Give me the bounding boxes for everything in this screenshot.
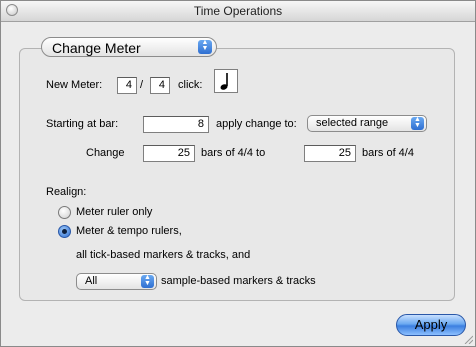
realign-label: Realign: xyxy=(46,186,87,198)
meter-denominator-field[interactable]: 4 xyxy=(150,77,170,94)
operation-popup-label: Change Meter xyxy=(52,40,141,56)
quarter-note-icon xyxy=(220,73,228,90)
operation-popup[interactable]: Change Meter ▲ ▼ xyxy=(41,37,217,57)
sample-based-popup-label: All xyxy=(85,275,98,287)
tick-based-text: all tick-based markers & tracks, and xyxy=(76,249,251,261)
new-meter-label: New Meter: xyxy=(46,79,103,91)
radio-meter-tempo-rulers-label[interactable]: Meter & tempo rulers, xyxy=(76,225,182,237)
sample-based-text: sample-based markers & tracks xyxy=(161,275,316,287)
click-note-button[interactable] xyxy=(214,69,238,93)
change-to-bars-field[interactable]: 25 xyxy=(304,145,356,162)
change-from-bars-field[interactable]: 25 xyxy=(143,145,195,162)
starting-bar-field[interactable]: 8 xyxy=(143,116,209,133)
popup-arrows-icon: ▲ ▼ xyxy=(411,116,424,130)
time-operations-window: Time Operations Change Meter ▲ ▼ New Mete… xyxy=(0,0,476,347)
apply-button[interactable]: Apply xyxy=(396,314,466,336)
bars-of-from-label: bars of 4/4 to xyxy=(201,147,266,159)
click-label: click: xyxy=(178,79,203,91)
radio-meter-ruler-only[interactable] xyxy=(58,206,71,219)
popup-arrows-icon: ▲ ▼ xyxy=(141,274,154,288)
sample-based-popup[interactable]: All ▲ ▼ xyxy=(76,273,157,290)
change-label: Change xyxy=(86,147,125,159)
title-bar[interactable]: Time Operations xyxy=(1,1,475,22)
apply-range-popup[interactable]: selected range ▲ ▼ xyxy=(307,115,427,132)
window-title: Time Operations xyxy=(193,4,283,18)
radio-meter-ruler-only-label[interactable]: Meter ruler only xyxy=(76,206,152,218)
starting-bar-label: Starting at bar: xyxy=(46,118,119,130)
popup-arrows-icon: ▲ ▼ xyxy=(198,39,212,54)
apply-change-label: apply change to: xyxy=(216,118,297,130)
radio-meter-tempo-rulers[interactable] xyxy=(58,225,71,238)
meter-numerator-field[interactable]: 4 xyxy=(117,77,137,94)
meter-separator: / xyxy=(140,79,144,91)
apply-range-popup-label: selected range xyxy=(316,117,389,129)
resize-grip-icon[interactable] xyxy=(463,334,473,344)
bars-of-to-label: bars of 4/4 xyxy=(362,147,414,159)
